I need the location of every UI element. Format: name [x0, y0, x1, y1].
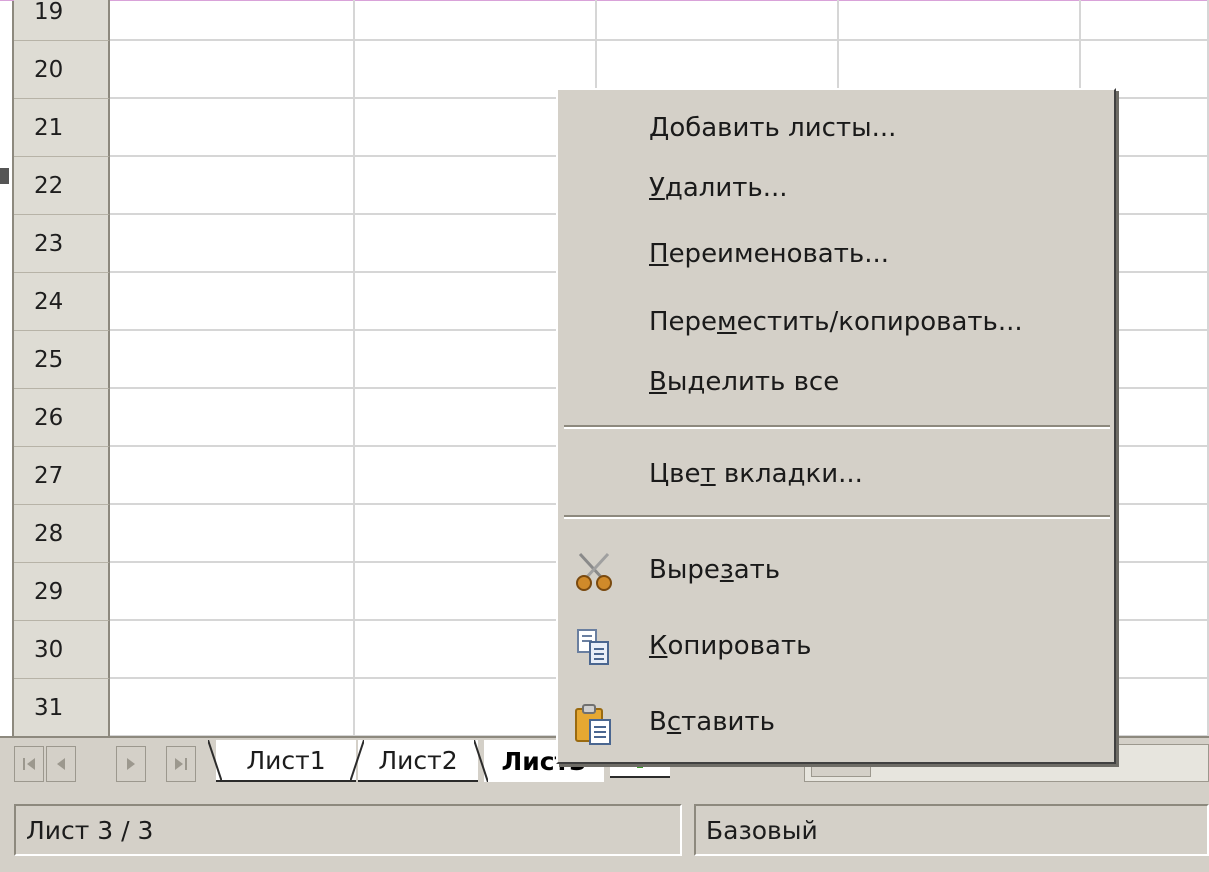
page-style-field[interactable]: Базовый [694, 804, 1209, 856]
first-sheet-button[interactable] [14, 746, 44, 782]
calc-window: 19 20 21 22 23 24 25 26 27 28 29 30 31 Лист1 Лист2 Л… [0, 0, 1209, 872]
menu-item-move-copy[interactable]: Переместить/копировать... [558, 294, 1114, 350]
sheet-position-text: Лист 3 / 3 [26, 815, 154, 845]
row-header[interactable]: 29 [14, 563, 110, 621]
status-bar: Лист 3 / 3 Базовый [0, 788, 1209, 872]
menu-item-label: Копировать [649, 631, 812, 661]
tab-edge-left [474, 740, 488, 782]
last-sheet-button[interactable] [166, 746, 196, 782]
grid-cell[interactable] [1081, 0, 1209, 41]
menu-separator [564, 515, 1110, 519]
row-header[interactable]: 21 [14, 99, 110, 157]
grid-cell[interactable] [110, 563, 355, 621]
tab-edge-left [208, 740, 222, 782]
sheet-context-menu: Добавить листы... Удалить... Переименова… [556, 88, 1116, 764]
row-header[interactable]: 19 [14, 0, 110, 41]
next-sheet-icon [127, 758, 135, 770]
first-sheet-icon [23, 758, 35, 770]
menu-item-delete[interactable]: Удалить... [558, 160, 1114, 216]
menu-item-label: Вырезать [649, 555, 781, 585]
menu-item-label: Добавить листы... [649, 113, 897, 143]
paste-icon [575, 704, 611, 745]
tab-edge-left [350, 740, 364, 782]
grid-cell[interactable] [110, 505, 355, 563]
row-header[interactable]: 31 [14, 679, 110, 737]
next-sheet-button[interactable] [116, 746, 146, 782]
row-header[interactable]: 28 [14, 505, 110, 563]
row-header[interactable]: 20 [14, 41, 110, 99]
grid-cell[interactable] [110, 447, 355, 505]
grid-cell[interactable] [110, 331, 355, 389]
grid-cell[interactable] [110, 389, 355, 447]
menu-item-label: Удалить... [649, 173, 788, 203]
menu-item-copy[interactable]: Копировать [558, 618, 1114, 674]
grid-cell[interactable] [110, 157, 355, 215]
menu-item-select-all[interactable]: Выделить все [558, 354, 1114, 410]
grid-cell[interactable] [110, 621, 355, 679]
grid-cell[interactable] [597, 0, 839, 41]
menu-item-paste[interactable]: Вставить [558, 694, 1114, 750]
page-style-text: Базовый [706, 815, 818, 845]
menu-item-insert-sheets[interactable]: Добавить листы... [558, 100, 1114, 156]
menu-separator [564, 425, 1110, 429]
grid-cell[interactable] [110, 41, 355, 99]
menu-item-label: Вставить [649, 707, 775, 737]
grid-cell[interactable] [110, 679, 355, 737]
menu-item-cut[interactable]: Вырезать [558, 542, 1114, 598]
scissors-icon [576, 552, 612, 591]
copy-icon [577, 629, 609, 665]
menu-item-rename[interactable]: Переименовать... [558, 226, 1114, 282]
row-header[interactable]: 22 [14, 157, 110, 215]
grid-cell[interactable] [355, 0, 597, 41]
prev-sheet-icon [57, 758, 65, 770]
menu-item-label: Выделить все [649, 367, 840, 397]
grid-left-edge [0, 0, 14, 736]
menu-item-tab-color[interactable]: Цвет вкладки... [558, 446, 1114, 502]
last-sheet-icon [175, 758, 187, 770]
sheet-tab-2-label: Лист2 [378, 745, 458, 775]
sheet-tab-2[interactable]: Лист2 [350, 740, 478, 782]
row-header[interactable]: 25 [14, 331, 110, 389]
menu-item-label: Переместить/копировать... [649, 307, 1023, 337]
edge-marker [0, 168, 9, 184]
grid-cell[interactable] [110, 215, 355, 273]
row-header[interactable]: 26 [14, 389, 110, 447]
grid-cell[interactable] [110, 0, 355, 41]
grid-cell[interactable] [839, 0, 1081, 41]
sheet-tab-1[interactable]: Лист1 [208, 740, 356, 782]
row-header[interactable]: 27 [14, 447, 110, 505]
sheet-position-field: Лист 3 / 3 [14, 804, 682, 856]
row-header[interactable]: 30 [14, 621, 110, 679]
menu-item-label: Переименовать... [649, 239, 889, 269]
grid-cell[interactable] [110, 273, 355, 331]
grid-cell[interactable] [110, 99, 355, 157]
menu-item-label: Цвет вкладки... [649, 459, 863, 489]
row-header[interactable]: 23 [14, 215, 110, 273]
prev-sheet-button[interactable] [46, 746, 76, 782]
row-header[interactable]: 24 [14, 273, 110, 331]
sheet-tab-1-label: Лист1 [246, 745, 326, 775]
